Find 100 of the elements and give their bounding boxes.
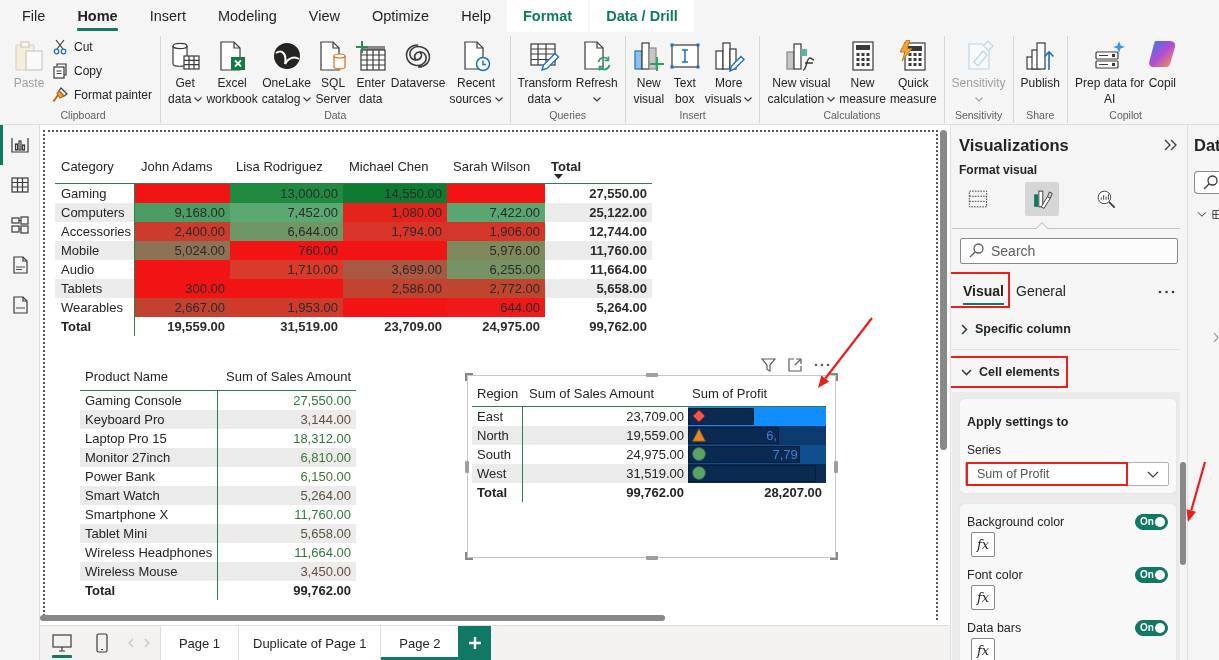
resize-handle[interactable] <box>645 556 658 560</box>
search-icon <box>1203 175 1218 190</box>
table-cell: 2,667.00 <box>135 298 230 317</box>
table-cell: 5,264.00 <box>218 486 356 505</box>
resize-handle[interactable] <box>465 460 469 473</box>
toggle-switch[interactable]: On <box>1135 620 1168 636</box>
visual-tab[interactable]: Visual <box>959 274 1008 308</box>
copy-button[interactable]: Copy <box>49 59 156 83</box>
group-label: Share <box>1025 108 1056 123</box>
collapse-icon[interactable] <box>1164 139 1178 151</box>
table-cell: 1,953.00 <box>230 298 343 317</box>
table-cell: 2,400.00 <box>135 222 230 241</box>
page-tab[interactable]: Duplicate of Page 1 <box>238 626 381 660</box>
search-field[interactable] <box>1194 171 1219 194</box>
refresh-button[interactable]: Refresh <box>573 40 620 107</box>
table-cell: 3,699.00 <box>343 260 447 279</box>
copilot-button[interactable]: Copil <box>1146 40 1179 91</box>
group-label: Insert <box>678 108 707 123</box>
database-table-icon <box>169 40 202 72</box>
more-options-icon[interactable] <box>814 362 830 367</box>
section-header[interactable]: Cell elements <box>959 356 1062 388</box>
table-cell: 2,586.00 <box>343 279 447 298</box>
quick-measure-button[interactable]: Quick measure <box>887 40 939 107</box>
get-data-button[interactable]: Get data <box>166 40 205 107</box>
toggle-switch[interactable]: On <box>1135 567 1168 583</box>
resize-handle[interactable] <box>834 460 838 473</box>
section-header[interactable]: Specific column <box>959 316 1073 342</box>
table-cell: 644.00 <box>447 298 545 317</box>
ribbon-tab[interactable]: Format <box>507 0 589 32</box>
sql-server-button[interactable]: SQL Server <box>313 40 353 107</box>
ribbon-tab[interactable]: Data / Drill <box>590 0 694 32</box>
new-visual-calculation-button[interactable]: New visual calculation <box>765 40 838 107</box>
row-header: Keyboard Pro <box>80 410 218 429</box>
ribbon-tab[interactable]: Optimize <box>355 0 446 32</box>
toggle-switch[interactable]: On <box>1135 514 1168 530</box>
vertical-scrollbar[interactable] <box>1180 462 1186 565</box>
ribbon-tab[interactable]: View <box>292 0 356 32</box>
onelake-catalog-button[interactable]: OneLake catalog <box>259 40 314 107</box>
row-header: Tablets <box>55 279 135 298</box>
conditional-format-button[interactable]: fx <box>971 638 995 660</box>
table-visual[interactable]: Region Sum of Sales Amount Sum of Profit East 23,709.00 North 19,559.00 6, South 24,975.00 7,79 West 31,519.00 Total 99,762.00 28,207.00 <box>467 375 836 558</box>
conditional-format-button[interactable]: fx <box>971 585 995 610</box>
filter-icon[interactable] <box>761 357 776 372</box>
page-tab[interactable]: Page 2 <box>380 626 459 660</box>
group-label: Calculations <box>822 108 882 123</box>
ribbon-tab[interactable]: Home <box>61 0 134 32</box>
chevron-down-icon[interactable] <box>1197 211 1207 218</box>
chevron-down-icon <box>961 368 972 376</box>
bar-chart-plus-icon <box>632 40 665 72</box>
table-cell: 2,772.00 <box>447 279 545 298</box>
setting-label: Background color <box>967 515 1065 529</box>
new-measure-button[interactable]: New measure <box>837 40 888 107</box>
text-box-button[interactable]: Text box <box>666 40 703 107</box>
general-tab[interactable]: General <box>1012 274 1070 308</box>
prep-data-button[interactable]: Prep data for AI <box>1072 40 1147 107</box>
table-cell: 6,255.00 <box>447 260 545 279</box>
ribbon-tab[interactable]: File <box>6 0 62 32</box>
resize-handle[interactable] <box>829 373 838 382</box>
page-tab[interactable]: Page 1 <box>160 626 238 660</box>
series-dropdown[interactable]: Sum of Profit <box>965 462 1169 486</box>
more-visuals-button[interactable]: More visuals <box>702 40 755 107</box>
search-field[interactable]: Search <box>960 238 1178 264</box>
conditional-format-button[interactable]: fx <box>971 532 995 557</box>
ribbon-tab[interactable]: Insert <box>133 0 202 32</box>
table-cell: 1,906.00 <box>447 222 545 241</box>
resize-handle[interactable] <box>645 373 658 377</box>
table-cell: 1,080.00 <box>343 203 447 222</box>
horizontal-scrollbar[interactable] <box>40 615 665 621</box>
more-options-icon[interactable] <box>1158 289 1175 294</box>
table-pencil-icon <box>528 40 561 72</box>
excel-workbook-button[interactable]: Excel workbook <box>204 40 260 107</box>
dataverse-button[interactable]: Dataverse <box>388 40 448 91</box>
recent-sources-button[interactable]: Recent sources <box>447 40 505 107</box>
row-header: Mobile <box>55 241 135 260</box>
enter-data-button[interactable]: Enter data <box>352 40 389 107</box>
plus-icon <box>468 637 481 649</box>
ribbon-tab[interactable]: Help <box>445 0 507 32</box>
cut-button[interactable]: Cut <box>49 35 156 59</box>
format-painter-button[interactable]: Format painter <box>49 83 156 107</box>
focus-mode-icon[interactable] <box>788 357 802 372</box>
add-page-button[interactable] <box>458 626 492 660</box>
table-cell: 300.00 <box>135 279 230 298</box>
resize-handle[interactable] <box>829 551 838 560</box>
table-cell: 13,000.00 <box>230 184 343 203</box>
publish-button[interactable]: Publish <box>1018 40 1062 91</box>
pane-title: Visualizations <box>959 135 1069 155</box>
chevron-right-icon[interactable] <box>1213 332 1219 343</box>
setting-label: Data bars <box>967 621 1022 635</box>
table-cell: 3,450.00 <box>218 562 356 581</box>
group-label: Queries <box>548 108 588 123</box>
transform-data-button[interactable]: Transform data <box>515 40 574 107</box>
row-header: North <box>472 426 523 445</box>
vertical-scrollbar[interactable] <box>940 130 947 450</box>
resize-handle[interactable] <box>465 373 474 382</box>
new-visual-button[interactable]: New visual <box>630 40 667 107</box>
ribbon-tab[interactable]: Modeling <box>201 0 293 32</box>
resize-handle[interactable] <box>465 551 474 560</box>
chevron-down-icon <box>1147 470 1159 478</box>
monitor-icon <box>52 634 72 652</box>
total-cell: 11,760.00 <box>545 241 652 260</box>
